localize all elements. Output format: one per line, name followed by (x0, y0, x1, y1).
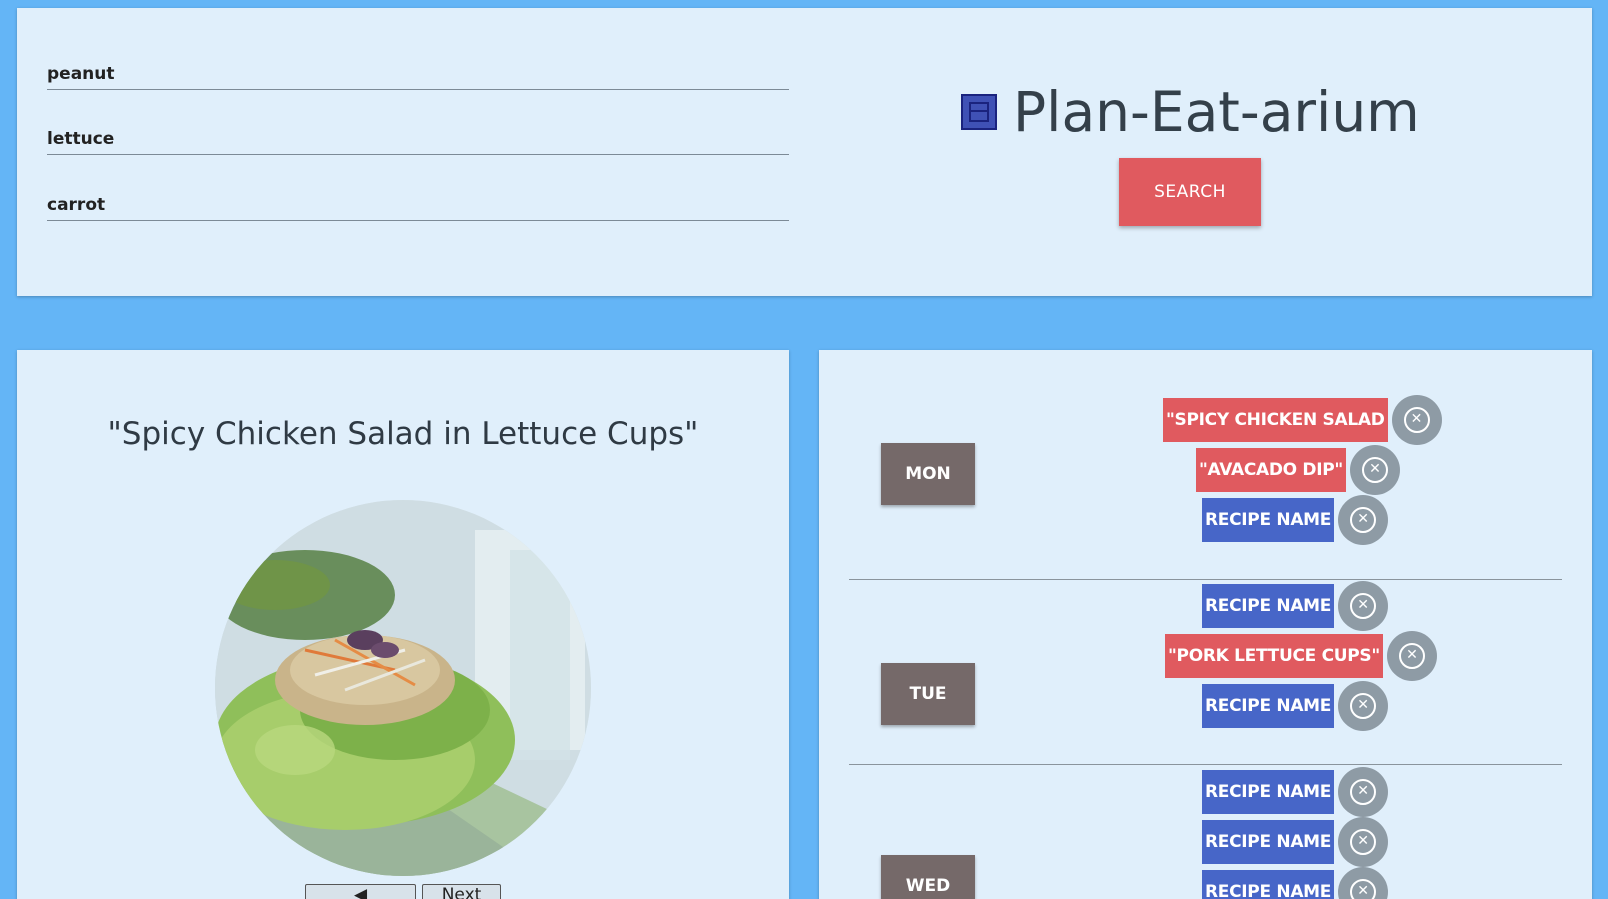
close-circle-icon[interactable]: ✕ (1386, 631, 1437, 681)
meal-slot-wed-1: RECIPE NAME ✕ (1202, 767, 1389, 817)
meal-slot-mon-3: RECIPE NAME ✕ (1202, 495, 1389, 545)
close-circle-icon[interactable]: ✕ (1338, 867, 1389, 899)
ingredient-input-3[interactable] (47, 185, 789, 221)
ingredient-input-2[interactable] (47, 119, 789, 155)
meal-slot-mon-1: "SPICY CHICKEN SALAD ✕ (1163, 395, 1442, 445)
meal-slot-mon-2: "AVACADO DIP" ✕ (1196, 445, 1400, 495)
close-circle-icon[interactable]: ✕ (1338, 767, 1389, 817)
app-logo: Plan-Eat-arium (961, 80, 1420, 144)
recipe-chip[interactable]: "PORK LETTUCE CUPS" (1165, 634, 1383, 678)
recipe-chip[interactable]: RECIPE NAME (1202, 584, 1335, 628)
previous-button[interactable]: ◀ Previous (305, 884, 416, 899)
meal-slot-tue-2: "PORK LETTUCE CUPS" ✕ (1165, 631, 1437, 681)
close-circle-icon[interactable]: ✕ (1338, 495, 1389, 545)
recipe-chip[interactable]: RECIPE NAME (1202, 684, 1335, 728)
lettuce-salad-illustration (215, 500, 591, 876)
meal-slot-wed-2: RECIPE NAME ✕ (1202, 817, 1389, 867)
next-button[interactable]: Next ▶ (422, 884, 501, 899)
close-circle-icon[interactable]: ✕ (1350, 445, 1400, 495)
meal-planner-panel: MON "SPICY CHICKEN SALAD ✕ "AVACADO DIP"… (819, 350, 1592, 899)
app-title: Plan-Eat-arium (1013, 80, 1420, 144)
ingredient-input-1[interactable] (47, 54, 789, 90)
recipe-panel: "Spicy Chicken Salad in Lettuce Cups" ◀ … (17, 350, 789, 899)
recipe-chip[interactable]: RECIPE NAME (1202, 770, 1335, 814)
calculator-icon (961, 94, 997, 130)
recipe-chip[interactable]: RECIPE NAME (1202, 498, 1335, 542)
close-circle-icon[interactable]: ✕ (1391, 395, 1442, 445)
day-divider (849, 579, 1562, 580)
close-circle-icon[interactable]: ✕ (1338, 581, 1389, 631)
day-divider (849, 764, 1562, 765)
search-panel: Plan-Eat-arium SEARCH (17, 8, 1592, 296)
day-button-wed[interactable]: WED (881, 855, 975, 899)
recipe-title: "Spicy Chicken Salad in Lettuce Cups" (107, 416, 699, 452)
recipe-image (215, 500, 591, 876)
meal-slot-tue-1: RECIPE NAME ✕ (1202, 581, 1389, 631)
recipe-chip[interactable]: "AVACADO DIP" (1196, 448, 1346, 492)
meal-slot-wed-3: RECIPE NAME ✕ (1202, 867, 1389, 899)
meal-slot-tue-3: RECIPE NAME ✕ (1202, 681, 1389, 731)
recipe-chip[interactable]: RECIPE NAME (1202, 820, 1335, 864)
close-circle-icon[interactable]: ✕ (1338, 817, 1389, 867)
day-button-mon[interactable]: MON (881, 443, 975, 505)
close-circle-icon[interactable]: ✕ (1338, 681, 1389, 731)
day-button-tue[interactable]: TUE (881, 663, 975, 725)
recipe-chip[interactable]: RECIPE NAME (1202, 870, 1335, 899)
recipe-chip[interactable]: "SPICY CHICKEN SALAD (1163, 398, 1388, 442)
search-button[interactable]: SEARCH (1119, 158, 1261, 226)
